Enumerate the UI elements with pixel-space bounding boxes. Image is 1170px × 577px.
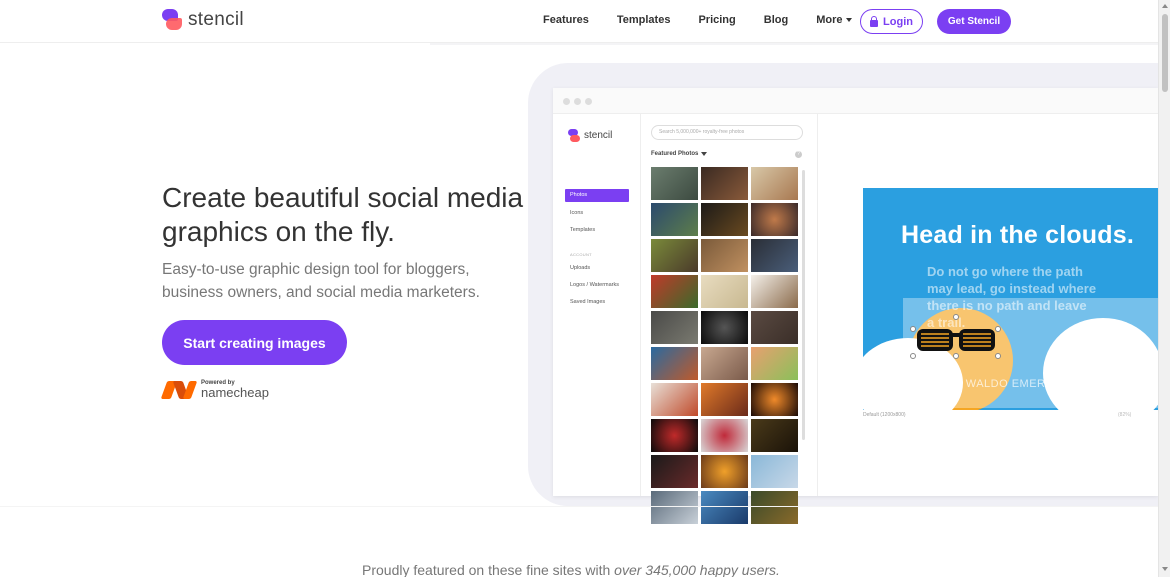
- selection-handle: [910, 326, 916, 332]
- featured-photos-text: Featured Photos: [651, 151, 699, 157]
- app-logo-text: stencil: [584, 130, 613, 141]
- photo-thumb: [701, 383, 748, 416]
- photo-thumb: [751, 347, 798, 380]
- sidebar-item-icons: Icons: [570, 210, 584, 216]
- chevron-down-icon: [846, 18, 853, 22]
- selection-handle: [995, 353, 1001, 359]
- photo-thumb: [701, 311, 748, 344]
- photo-thumb: [701, 275, 748, 308]
- section-divider: [0, 506, 1158, 507]
- featured-on-text: Proudly featured on these fine sites wit…: [362, 562, 780, 577]
- sidebar-section-account: ACCOUNT: [570, 252, 592, 257]
- photo-panel: Search 5,000,000+ royalty-free photos Fe…: [641, 114, 818, 524]
- canvas-size-label: Default (1200x800): [863, 412, 906, 418]
- stencil-logo-icon: [568, 129, 580, 142]
- photo-thumb: [651, 275, 698, 308]
- photo-thumb: [751, 455, 798, 488]
- design-canvas-area: Head in the clouds. Do not go where the …: [818, 114, 1158, 496]
- namecheap-logo-icon: [160, 379, 198, 399]
- nav-link-templates[interactable]: Templates: [617, 14, 671, 26]
- featured-photos-label: Featured Photos: [651, 151, 708, 157]
- hero-subheadline: Easy-to-use graphic design tool for blog…: [162, 261, 480, 301]
- scrollbar-thumb[interactable]: [1162, 14, 1168, 92]
- scroll-up-icon[interactable]: [1162, 4, 1168, 8]
- preview-footer-bar: [1002, 459, 1158, 479]
- selection-handle: [910, 353, 916, 359]
- nav-link-pricing[interactable]: Pricing: [698, 14, 735, 26]
- photo-thumb: [651, 455, 698, 488]
- photo-thumb: [701, 239, 748, 272]
- login-label: Login: [883, 15, 913, 28]
- app-logo: stencil: [568, 129, 612, 142]
- window-dot: [563, 98, 570, 105]
- brand-name: stencil: [188, 9, 244, 30]
- sidebar-item-templates: Templates: [570, 227, 596, 233]
- sidebar-item-saved: Saved Images: [570, 299, 606, 305]
- photo-thumb: [751, 275, 798, 308]
- photo-thumb: [651, 347, 698, 380]
- namecheap-name: namecheap: [201, 384, 269, 400]
- sidebar-item-logos: Logos / Watermarks: [570, 282, 620, 288]
- photo-thumb: [701, 347, 748, 380]
- help-icon: ?: [795, 151, 802, 158]
- start-creating-button[interactable]: Start creating images: [162, 320, 347, 365]
- zoom-label: (82%): [1118, 412, 1132, 418]
- photo-thumb: [751, 203, 798, 236]
- top-nav: stencil Features Templates Pricing Blog …: [0, 0, 1158, 43]
- powered-by-namecheap[interactable]: Powered by namecheap: [160, 379, 269, 400]
- selection-handle: [953, 314, 959, 320]
- photo-thumb: [651, 239, 698, 272]
- design-title: Head in the clouds.: [901, 221, 1134, 249]
- photo-thumb: [651, 203, 698, 236]
- photo-thumb: [751, 419, 798, 452]
- page-scrollbar[interactable]: [1158, 0, 1170, 577]
- nav-link-features[interactable]: Features: [543, 14, 589, 26]
- photo-thumb: [751, 167, 798, 200]
- photo-thumb: [751, 383, 798, 416]
- photo-thumb: [651, 311, 698, 344]
- hero-headline: Create beautiful social media graphics o…: [162, 182, 524, 247]
- featured-on-emphasis: over 345,000 happy users.: [614, 562, 780, 577]
- selection-handle: [953, 353, 959, 359]
- photo-thumb: [651, 419, 698, 452]
- photo-thumb: [751, 239, 798, 272]
- lock-icon: [870, 15, 879, 27]
- login-button[interactable]: Login: [860, 9, 923, 34]
- app-sidebar: stencil Photos Icons Templates ACCOUNT U…: [553, 114, 641, 496]
- photo-thumb: [701, 419, 748, 452]
- get-stencil-button[interactable]: Get Stencil: [937, 9, 1011, 34]
- photo-thumb: [701, 491, 748, 524]
- stencil-logo[interactable]: stencil: [162, 9, 244, 31]
- nav-more-label: More: [816, 14, 843, 26]
- photo-search-input: Search 5,000,000+ royalty-free photos: [651, 125, 803, 140]
- photo-thumb: [651, 383, 698, 416]
- stencil-logo-icon: [162, 9, 182, 31]
- photo-thumb: [651, 491, 698, 524]
- photo-thumb: [701, 167, 748, 200]
- sidebar-item-photos: Photos: [565, 189, 629, 202]
- nav-links: Features Templates Pricing Blog More: [543, 14, 880, 26]
- photo-thumb: [701, 455, 748, 488]
- app-window-bar: [553, 88, 1158, 114]
- photo-thumb: [701, 203, 748, 236]
- photo-thumb: [751, 311, 798, 344]
- window-dot: [585, 98, 592, 105]
- chevron-down-icon: [701, 152, 708, 156]
- photo-thumb: [751, 491, 798, 524]
- window-dot: [574, 98, 581, 105]
- design-author: RALPH WALDO EMERSON: [923, 378, 1071, 390]
- scroll-down-icon[interactable]: [1162, 567, 1168, 571]
- featured-on-prefix: Proudly featured on these fine sites wit…: [362, 562, 615, 577]
- photo-thumb: [651, 167, 698, 200]
- sidebar-item-uploads: Uploads: [570, 265, 591, 271]
- nav-link-blog[interactable]: Blog: [764, 14, 788, 26]
- app-preview: stencil Photos Icons Templates ACCOUNT U…: [553, 88, 1158, 524]
- photo-grid: [651, 167, 799, 524]
- nav-shadow: [430, 43, 1158, 45]
- panel-scrollbar: [802, 170, 805, 440]
- selection-handle: [995, 326, 1001, 332]
- nav-more-dropdown[interactable]: More: [816, 14, 853, 26]
- design-canvas: Head in the clouds. Do not go where the …: [863, 188, 1158, 410]
